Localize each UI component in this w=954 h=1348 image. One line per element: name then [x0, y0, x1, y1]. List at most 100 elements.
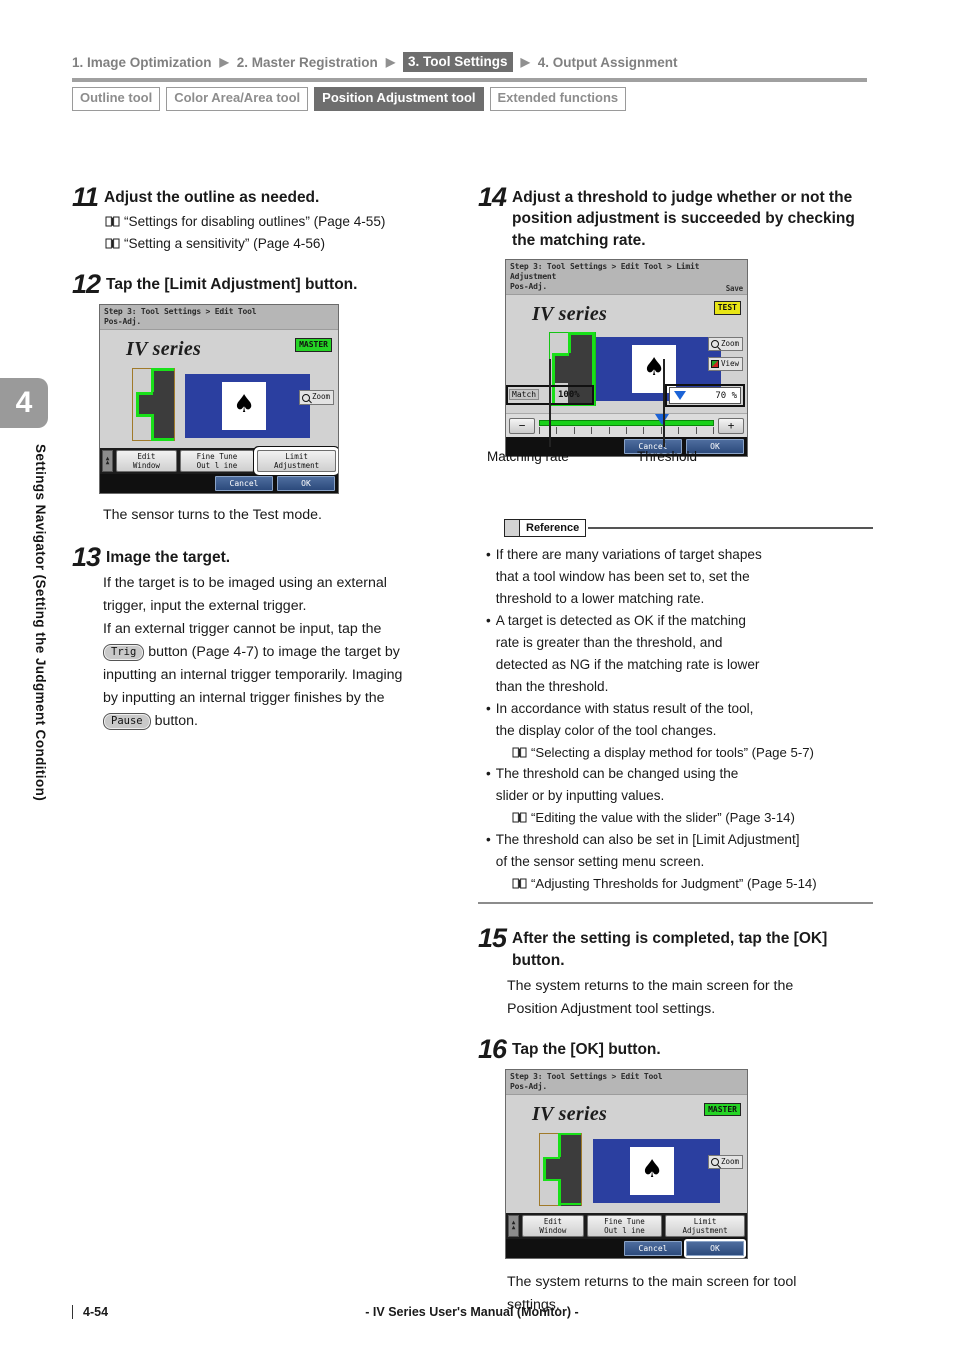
step-15-title: After the setting is completed, tap the … — [512, 930, 828, 969]
device-screenshot-step-14: Step 3: Tool Settings > Edit Tool > Limi… — [505, 259, 748, 458]
reference-tag: Reference — [504, 519, 587, 538]
device-12-footer: Cancel OK — [100, 474, 338, 494]
book-icon — [512, 878, 527, 889]
trig-key-icon[interactable]: Trig — [103, 644, 145, 662]
view-icon — [710, 360, 719, 369]
scroll-up-handle[interactable]: ▲ ▲ — [102, 450, 113, 473]
device-16-viewport: IV series ♠ MASTER Zoom — [506, 1094, 747, 1213]
limit-adjustment-label-2: Adjustment — [682, 1225, 728, 1235]
zoom-button-label: Zoom — [720, 1156, 739, 1166]
reference-sublink-3-text: “Adjusting Thresholds for Judgment” (Pag… — [531, 875, 817, 891]
cancel-button[interactable]: Cancel — [215, 476, 273, 492]
step-13-line-6: by inputting an internal trigger finishe… — [103, 690, 385, 707]
green-outline-top — [558, 1132, 581, 1136]
limit-adjustment-button[interactable]: Limit Adjustment — [254, 447, 338, 476]
view-button[interactable]: View — [707, 357, 743, 372]
dark-shape-horizontal — [136, 392, 154, 417]
device-14-logo: IV series — [532, 303, 608, 326]
scroll-up-handle[interactable]: ▲ ▲ — [508, 1214, 519, 1237]
reference-bottom-rule — [478, 901, 873, 905]
nav-item-master-registration[interactable]: 2. Master Registration — [237, 55, 378, 70]
device-12-breadcrumb: Step 3: Tool Settings > Edit Tool Pos-Ad… — [100, 305, 338, 331]
reference-sublink-2: “Editing the value with the slider” (Pag… — [512, 807, 873, 828]
tool-tabs: Outline tool Color Area/Area tool Positi… — [72, 87, 627, 111]
nav-item-tool-settings[interactable]: 3. Tool Settings — [403, 52, 513, 72]
step-11-ref-1: “Settings for disabling outlines” (Page … — [105, 211, 472, 233]
limit-adjustment-label-1: Limit — [285, 452, 308, 462]
fine-tune-label-1: Fine Tune — [196, 452, 238, 462]
green-outline-mid-top — [552, 353, 569, 356]
step-13-line-5: inputting an internal trigger temporaril… — [103, 667, 403, 684]
threshold-slider-track[interactable] — [539, 413, 714, 434]
tab-position-adjustment-tool[interactable]: Position Adjustment tool — [314, 87, 484, 111]
increment-button[interactable]: + — [718, 417, 744, 434]
dark-shape-horizontal — [543, 1156, 561, 1181]
limit-adjustment-button[interactable]: Limit Adjustment — [665, 1214, 745, 1237]
nav-item-image-optimization[interactable]: 1. Image Optimization — [72, 55, 212, 70]
reference-bullet-list: • If there are many variations of target… — [486, 544, 873, 894]
bullet-dot-icon: • — [486, 701, 491, 717]
status-badge-master: MASTER — [704, 1102, 741, 1117]
fine-tune-outline-button[interactable]: Fine Tune Out l ine — [179, 450, 255, 473]
reference-tag-label: Reference — [520, 520, 586, 537]
chevron-right-icon: ▶ — [520, 55, 530, 69]
zoom-button[interactable]: Zoom — [707, 337, 743, 352]
nav-divider — [72, 78, 867, 82]
fine-tune-outline-button[interactable]: Fine Tune Out l ine — [586, 1214, 663, 1237]
dark-shape-horizontal — [552, 353, 570, 384]
dark-shape-vertical — [558, 1132, 581, 1206]
callout-line-matching-rate — [549, 359, 551, 448]
ref-b4-l2: slider or by inputting values. — [495, 788, 665, 804]
book-icon — [512, 747, 527, 758]
step-14-figure: Step 3: Tool Settings > Edit Tool > Limi… — [487, 259, 873, 464]
ref-b5-l2: of the sensor setting menu screen. — [495, 853, 705, 869]
book-icon — [105, 216, 120, 227]
ok-button[interactable]: OK — [277, 476, 335, 492]
step-13-line-2: trigger, input the external trigger. — [103, 598, 307, 615]
device-16-breadcrumb-line1: Step 3: Tool Settings > Edit Tool — [510, 1071, 663, 1081]
step-11-ref-1-text: “Settings for disabling outlines” (Page … — [124, 213, 386, 229]
tab-color-area-tool[interactable]: Color Area/Area tool — [166, 87, 309, 111]
device-12-button-row: ▲ ▲ Edit Window Fine Tune Out l ine Limit… — [100, 447, 338, 476]
reference-header: Reference — [478, 519, 873, 538]
magnifier-icon — [301, 393, 310, 402]
step-14-title: Adjust a threshold to judge whether or n… — [512, 189, 855, 249]
tab-extended-functions[interactable]: Extended functions — [489, 87, 627, 111]
step-11: 11 Adjust the outline as needed. “Settin… — [72, 182, 472, 254]
threshold-slider-row: − + — [506, 413, 747, 438]
spade-icon: ♠ — [234, 387, 254, 423]
step-14: 14 Adjust a threshold to judge whether o… — [478, 182, 873, 465]
zoom-button[interactable]: Zoom — [298, 390, 334, 405]
step-11-ref-2-text: “Setting a sensitivity” (Page 4-56) — [124, 235, 325, 251]
step-12: 12 Tap the [Limit Adjustment] button. St… — [72, 271, 472, 527]
tab-outline-tool[interactable]: Outline tool — [72, 87, 161, 111]
cancel-button[interactable]: Cancel — [624, 1240, 682, 1256]
reference-block: Reference • If there are many variations… — [478, 519, 873, 905]
green-outline-right-upper — [151, 368, 154, 393]
bullet-dot-icon: • — [486, 613, 491, 629]
right-column: 14 Adjust a threshold to judge whether o… — [478, 182, 873, 1323]
nav-item-output-assignment[interactable]: 4. Output Assignment — [538, 55, 678, 70]
device-12-breadcrumb-line1: Step 3: Tool Settings > Edit Tool — [104, 307, 257, 317]
step-16-title: Tap the [OK] button. — [512, 1040, 661, 1058]
device-screenshot-step-12: Step 3: Tool Settings > Edit Tool Pos-Ad… — [99, 304, 339, 495]
spade-card: ♠ — [630, 1146, 674, 1195]
list-item: • The threshold can be changed using the… — [486, 763, 873, 807]
green-outline-mid-top — [543, 1156, 560, 1160]
step-14-number: 14 — [478, 182, 507, 212]
ok-button[interactable]: OK — [684, 1238, 746, 1258]
callout-label-matching-rate: Matching rate — [487, 449, 569, 465]
slider-knob[interactable] — [654, 413, 669, 425]
step-15-number: 15 — [478, 923, 507, 954]
edit-window-label-2: Window — [539, 1225, 567, 1235]
edit-window-button[interactable]: Edit Window — [522, 1214, 584, 1237]
zoom-button[interactable]: Zoom — [707, 1154, 743, 1170]
device-14-breadcrumb: Step 3: Tool Settings > Edit Tool > Limi… — [506, 260, 747, 296]
pause-key-icon[interactable]: Pause — [103, 713, 151, 731]
limit-adjustment-label-1: Limit — [693, 1216, 717, 1226]
step-11-number: 11 — [72, 182, 99, 212]
edit-window-button[interactable]: Edit Window — [116, 450, 177, 473]
ref-b2-l4: than the threshold. — [495, 679, 609, 695]
decrement-button[interactable]: − — [509, 417, 535, 434]
device-16-breadcrumb: Step 3: Tool Settings > Edit Tool Pos-Ad… — [506, 1069, 747, 1095]
